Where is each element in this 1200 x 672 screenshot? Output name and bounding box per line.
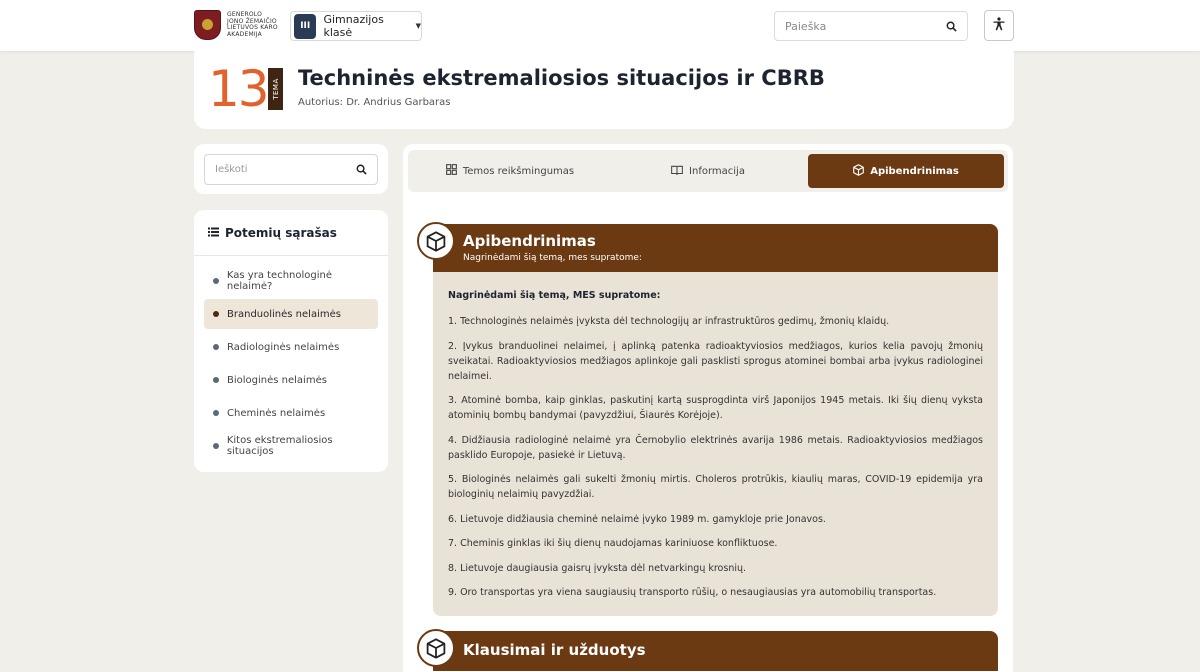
list-icon bbox=[208, 226, 219, 240]
main-content-card: Temos reikšmingumas Informacija Apibendr… bbox=[403, 144, 1013, 672]
grid-icon bbox=[445, 164, 457, 178]
summary-item: 3. Atominė bomba, kaip ginklas, paskutin… bbox=[448, 395, 983, 421]
bullet-dot bbox=[213, 410, 219, 416]
sidebar-item-label: Kitos ekstremaliosios situacijos bbox=[226, 435, 333, 457]
tab-label: Temos reikšmingumas bbox=[462, 165, 575, 177]
sidebar-item-nuclear[interactable]: Branduolinės nelaimės bbox=[204, 299, 378, 329]
summary-item: 2. Įvykus branduolinei nelaimei, į aplin… bbox=[448, 340, 983, 382]
tab-label: Apibendrinimas bbox=[870, 165, 959, 177]
accessibility-button[interactable] bbox=[984, 10, 1014, 41]
section-tabs: Temos reikšmingumas Informacija Apibendr… bbox=[408, 150, 1008, 192]
questions-section: Klausimai ir užduotys bbox=[417, 629, 998, 671]
book-icon bbox=[671, 165, 683, 178]
search-icon[interactable] bbox=[356, 160, 367, 179]
sidebar-item-chemical[interactable]: Cheminės nelaimės bbox=[204, 398, 378, 428]
summary-intro: Nagrinėdami šią temą, MES supratome: bbox=[448, 290, 661, 301]
bullet-dot bbox=[213, 311, 219, 317]
sidebar-item-label: Radiologinės nelaimės bbox=[227, 341, 340, 353]
global-search bbox=[774, 11, 968, 41]
chevron-down-icon: ▼ bbox=[415, 22, 421, 30]
cube-icon bbox=[853, 163, 865, 179]
search-icon[interactable] bbox=[946, 17, 957, 36]
sidebar-search-card bbox=[194, 144, 388, 194]
bullet-dot bbox=[213, 344, 219, 350]
topic-title-card: 13 TEMA Techninės ekstremaliosios situac… bbox=[194, 51, 1014, 129]
summary-item: 1. Technologinės nelaimės įvyksta dėl te… bbox=[448, 316, 890, 327]
summary-item: 7. Cheminis ginklas iki šių dienų naudoj… bbox=[448, 538, 778, 549]
summary-item: 6. Lietuvoje didžiausia cheminė nelaimė … bbox=[448, 513, 826, 525]
subtopics-title: Potemių sąrašas bbox=[225, 225, 337, 240]
sidebar-item-radiological[interactable]: Radiologinės nelaimės bbox=[204, 332, 378, 362]
page-title: Techninės ekstremaliosios situacijos ir … bbox=[298, 66, 825, 90]
global-search-input[interactable] bbox=[785, 19, 946, 33]
bullet-dot bbox=[213, 278, 219, 284]
tema-label-text: TEMA bbox=[271, 78, 280, 100]
summary-item: 5. Biologinės nelaimės gali sukelti žmon… bbox=[448, 474, 983, 500]
topic-number: 13 bbox=[208, 60, 270, 118]
sidebar-search-input[interactable] bbox=[215, 164, 356, 175]
summary-subtitle: Nagrinėdami šią temą, mes supratome: bbox=[463, 253, 642, 263]
class-select-dropdown[interactable]: III Gimnazijos klasė ▼ bbox=[290, 11, 422, 41]
summary-section: Apibendrinimas Nagrinėdami šią temą, mes… bbox=[417, 222, 998, 616]
sidebar-search bbox=[204, 154, 378, 185]
sidebar-item-biological[interactable]: Biologinės nelaimės bbox=[204, 365, 378, 395]
subtopics-header: Potemių sąrašas bbox=[194, 210, 388, 256]
sidebar-item-other[interactable]: Kitos ekstremaliosios situacijos bbox=[204, 431, 378, 461]
logo-text: Generolo Jono Žemaičio Lietuvos karo aka… bbox=[227, 11, 278, 38]
tab-summary[interactable]: Apibendrinimas bbox=[808, 154, 1004, 188]
accessibility-icon bbox=[992, 16, 1006, 35]
tab-label: Informacija bbox=[689, 165, 745, 177]
cube-icon bbox=[417, 629, 455, 667]
summary-body: Nagrinėdami šią temą, MES supratome: 1. … bbox=[433, 272, 998, 616]
class-select-label: Gimnazijos klasė bbox=[323, 13, 384, 39]
tema-label: TEMA bbox=[268, 68, 283, 110]
subtopics-card: Potemių sąrašas Kas yra technologinė nel… bbox=[194, 210, 388, 472]
tab-information[interactable]: Informacija bbox=[610, 154, 806, 188]
cube-icon bbox=[417, 222, 455, 260]
summary-item: 9. Oro transportas yra viena saugiausių … bbox=[448, 587, 937, 598]
tab-significance[interactable]: Temos reikšmingumas bbox=[412, 154, 608, 188]
bullet-dot bbox=[213, 443, 219, 449]
sidebar-item-label: Cheminės nelaimės bbox=[227, 407, 326, 419]
crest-icon bbox=[194, 10, 221, 40]
summary-item: 8. Lietuvoje daugiausia gaisrų įvyksta d… bbox=[448, 562, 747, 574]
summary-title: Apibendrinimas bbox=[463, 232, 596, 250]
sidebar-item-label: Kas yra technologinė nelaimė? bbox=[226, 270, 333, 292]
class-badge: III bbox=[294, 13, 317, 39]
sidebar-item-label: Branduolinės nelaimės bbox=[227, 308, 341, 320]
sidebar-item-technological[interactable]: Kas yra technologinė nelaimė? bbox=[204, 266, 378, 296]
sidebar-item-label: Biologinės nelaimės bbox=[227, 374, 327, 386]
author-line: Autorius: Dr. Andrius Garbaras bbox=[298, 97, 451, 108]
questions-header: Klausimai ir užduotys bbox=[417, 629, 998, 671]
top-navbar: Generolo Jono Žemaičio Lietuvos karo aka… bbox=[0, 0, 1200, 51]
summary-header: Apibendrinimas Nagrinėdami šią temą, mes… bbox=[417, 222, 998, 272]
bullet-dot bbox=[213, 377, 219, 383]
questions-title: Klausimai ir užduotys bbox=[463, 641, 646, 659]
summary-item: 4. Didžiausia radiologinė nelaimė yra Če… bbox=[448, 434, 983, 461]
academy-logo[interactable]: Generolo Jono Žemaičio Lietuvos karo aka… bbox=[194, 10, 279, 40]
